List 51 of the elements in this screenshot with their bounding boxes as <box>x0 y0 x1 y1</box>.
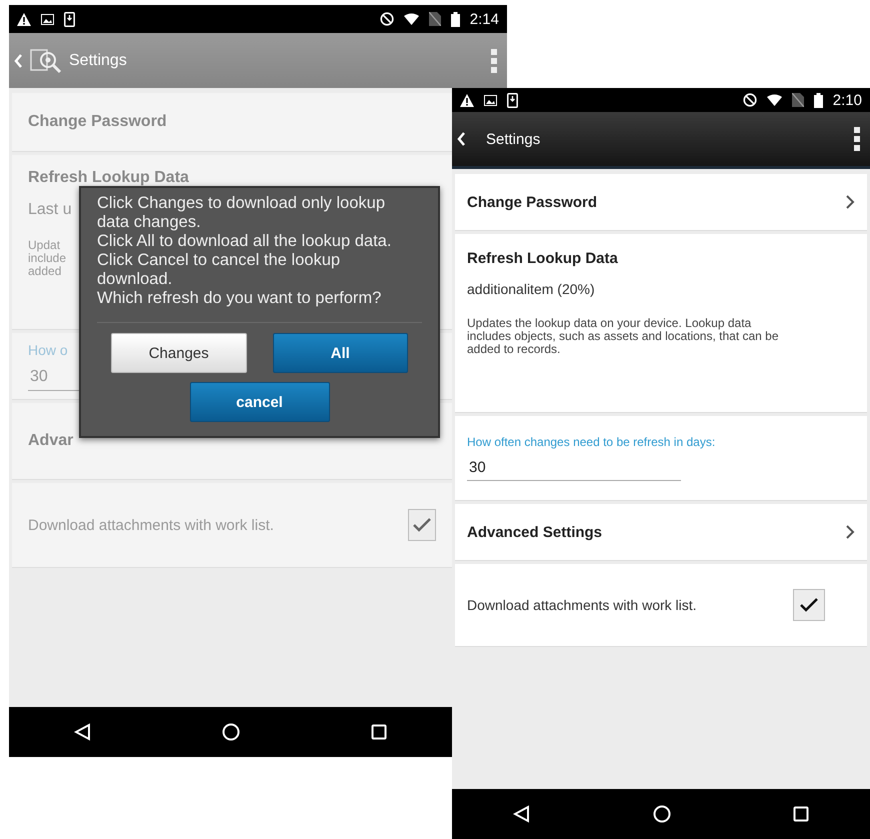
settings-row[interactable]: Advanced Settings <box>455 504 867 561</box>
field-label: How o <box>28 342 68 358</box>
recents-icon[interactable] <box>370 724 387 740</box>
download-icon <box>507 92 518 108</box>
row-title: Refresh Lookup Data <box>28 169 189 187</box>
dialog-button[interactable]: Changes <box>111 333 246 373</box>
checkbox-label: Download attachments with work list. <box>467 597 697 613</box>
no-sim-icon <box>428 12 441 26</box>
row-title: Refresh Lookup Data <box>467 250 618 267</box>
image-icon <box>41 14 54 24</box>
refresh-status: additionalitem (20%) <box>467 281 595 297</box>
no-sim-icon <box>792 93 804 107</box>
row-title: Change Password <box>467 194 598 210</box>
back-icon[interactable] <box>74 723 92 741</box>
warning-icon <box>17 12 31 26</box>
clock: 2:10 <box>832 92 862 108</box>
settings-row[interactable]: Change Password <box>455 174 867 231</box>
checkbox-label: Download attachments with work list. <box>28 516 274 534</box>
row-title: Advanced Settings <box>467 524 602 540</box>
back-icon[interactable] <box>513 805 531 823</box>
blocked-icon <box>742 93 757 107</box>
dialog-message: Click Changes to download only lookup data changes. Click All to download all the lookup data. Click Cancel to cancel the lookup download. Which refresh do you want to perform? <box>97 194 392 308</box>
screen-title: Settings <box>486 130 542 148</box>
home-icon[interactable] <box>222 723 240 741</box>
image-icon <box>484 94 497 106</box>
checkbox[interactable] <box>408 509 436 541</box>
battery-icon <box>450 12 460 26</box>
checkmark-icon <box>799 597 819 613</box>
wifi-icon <box>404 13 419 25</box>
clock: 2:14 <box>470 10 499 28</box>
battery-icon <box>814 92 823 108</box>
recents-icon[interactable] <box>793 806 809 822</box>
refresh-status: Last u <box>28 201 72 219</box>
dialog-button[interactable]: cancel <box>190 382 330 422</box>
row-title: Advar <box>28 432 74 450</box>
home-icon[interactable] <box>653 805 671 823</box>
menu-icon[interactable] <box>854 127 860 151</box>
back-icon[interactable] <box>456 131 466 147</box>
warning-icon <box>460 94 474 106</box>
wifi-icon <box>766 94 782 106</box>
screen-title: Settings <box>69 52 128 70</box>
input-field[interactable]: 30 <box>467 455 681 481</box>
checkbox[interactable] <box>793 589 825 621</box>
description: Updat include added <box>28 239 66 278</box>
row-title: Change Password <box>28 113 167 131</box>
checkmark-icon <box>412 517 432 533</box>
download-icon <box>64 12 75 26</box>
field-label: How often changes need to be refresh in days: <box>467 435 716 449</box>
blocked-icon <box>380 12 394 26</box>
description: Updates the lookup data on your device. Lookup data includes objects, such as assets and locations, that can be added to records. <box>467 317 779 356</box>
dialog-button[interactable]: All <box>272 333 408 373</box>
